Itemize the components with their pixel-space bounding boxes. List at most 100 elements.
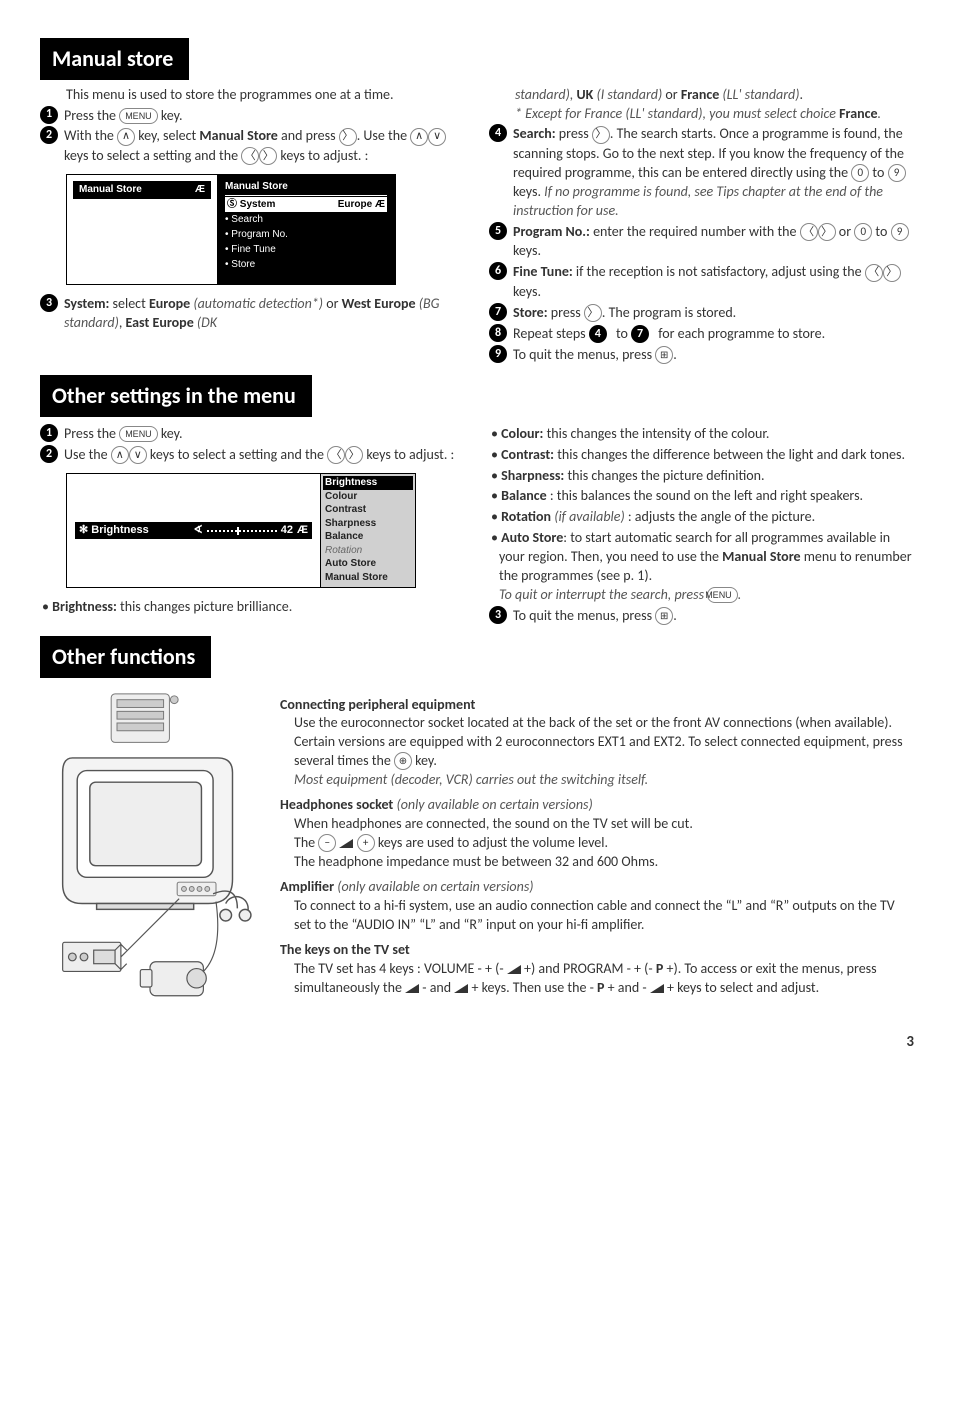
heading-headphones: Headphones socket (only available on cer…	[280, 796, 914, 815]
ref-step-7-icon: 7	[631, 325, 649, 343]
ui-opt-brightness: Brightness	[323, 476, 413, 490]
right-key-icon: 〉	[339, 128, 357, 146]
right-key-icon: 〉	[883, 264, 901, 282]
step-3-text: System: select Europe (automatic detecti…	[64, 295, 465, 333]
connecting-text: Use the euroconnector socket located at …	[294, 714, 914, 790]
step-5-icon: 5	[489, 222, 507, 240]
nine-key-icon: 9	[888, 164, 906, 182]
os-step-3-text: To quit the menus, press ⊞.	[513, 607, 914, 626]
quit-key-icon: ⊞	[655, 607, 673, 625]
left-key-icon: 〈	[865, 264, 883, 282]
step-7-icon: 7	[489, 303, 507, 321]
brightness-desc: Brightness: this changes picture brillia…	[40, 598, 465, 617]
ui-opt: Contrast	[325, 503, 411, 517]
os-step-1-text: Press the MENU key.	[64, 425, 465, 444]
zero-key-icon: 0	[851, 164, 869, 182]
left-key-icon: 〈	[327, 446, 345, 464]
step-6-icon: 6	[489, 262, 507, 280]
nine-key-icon: 9	[891, 223, 909, 241]
step-9-icon: 9	[489, 345, 507, 363]
up-key-icon: ∧	[111, 446, 129, 464]
amplifier-text: To connect to a hi-fi system, use an aud…	[294, 897, 914, 935]
down-key-icon: ∨	[129, 446, 147, 464]
balance-desc: Balance : this balances the sound on the…	[489, 487, 914, 506]
ui-opt: Colour	[325, 490, 411, 504]
chevron-right-icon: Æ	[195, 183, 205, 197]
left-key-icon: 〈	[800, 223, 818, 241]
volume-icon	[339, 839, 353, 848]
ui-left-label: Manual Store	[79, 183, 142, 197]
right-key-icon: 〉	[584, 304, 602, 322]
step-2-icon: 2	[40, 126, 58, 144]
ui-opt: Sharpness	[325, 517, 411, 531]
heading-amplifier: Amplifier (only available on certain ver…	[280, 878, 914, 897]
right-key-icon: 〉	[345, 446, 363, 464]
step-6-text: Fine Tune: if the reception is not satis…	[513, 263, 914, 301]
ui-system-row: Ⓢ System	[227, 197, 275, 212]
step-5-text: Program No.: enter the required number w…	[513, 223, 914, 261]
brightness-ui-screenshot: ✻ Brightness ∢ 42 Æ Brightness Colour Co…	[66, 473, 416, 588]
volume-icon	[507, 965, 521, 974]
autostore-desc: Auto Store: to start automatic search fo…	[489, 529, 914, 605]
down-key-icon: ∨	[428, 128, 446, 146]
ui-opt-rotation: Rotation	[325, 544, 411, 558]
section-header-other-func: Other functions	[40, 636, 211, 678]
ui-system-value: Europe Æ	[338, 197, 385, 212]
step-8-text: Repeat steps 4 to 7 for each programme t…	[513, 325, 914, 344]
ui-item: • Program No.	[225, 227, 387, 242]
ui-opt: Auto Store	[325, 557, 411, 571]
ui-item: • Fine Tune	[225, 242, 387, 257]
volume-icon	[454, 984, 468, 993]
right-key-icon: 〉	[259, 147, 277, 165]
left-key-icon: 〈	[241, 147, 259, 165]
heading-tv-keys: The keys on the TV set	[280, 941, 914, 960]
ui-brightness-label: ✻ Brightness	[79, 523, 149, 538]
tv-peripherals-illustration	[40, 690, 260, 1020]
ui-opt: Balance	[325, 530, 411, 544]
volume-icon	[405, 984, 419, 993]
manual-intro: This menu is used to store the programme…	[66, 86, 465, 105]
step-1-icon: 1	[40, 106, 58, 124]
tv-keys-text: The TV set has 4 keys : VOLUME - + (- +)…	[294, 960, 914, 998]
ref-step-4-icon: 4	[589, 325, 607, 343]
step-9-text: To quit the menus, press ⊞.	[513, 346, 914, 365]
step-8-icon: 8	[489, 324, 507, 342]
ui-item: • Store	[225, 257, 387, 272]
page-number: 3	[40, 1032, 914, 1052]
menu-key-icon: MENU	[707, 587, 738, 603]
sharpness-desc: Sharpness: this changes the picture defi…	[489, 467, 914, 486]
step-4-text: Search: press 〉. The search starts. Once…	[513, 125, 914, 221]
up-key-icon: ∧	[410, 128, 428, 146]
step-3-icon: 3	[40, 294, 58, 312]
right-key-icon: 〉	[818, 223, 836, 241]
step-7-text: Store: press 〉. The program is stored.	[513, 304, 914, 323]
manual-store-ui-screenshot: Manual Store Æ Manual Store Ⓢ System Eur…	[66, 174, 396, 285]
os-step-2-text: Use the ∧∨ keys to select a setting and …	[64, 446, 465, 465]
os-step-1-icon: 1	[40, 424, 58, 442]
volume-icon	[650, 984, 664, 993]
ui-brightness-value: 42	[281, 523, 293, 538]
av-key-icon: ⊕	[394, 752, 412, 770]
step-3-continued: standard), UK (I standard) or France (LL…	[515, 86, 914, 124]
os-step-2-icon: 2	[40, 445, 58, 463]
up-key-icon: ∧	[117, 128, 135, 146]
colour-desc: Colour: this changes the intensity of th…	[489, 425, 914, 444]
slider-icon	[207, 527, 277, 535]
os-step-3-icon: 3	[489, 606, 507, 624]
section-header-manual: Manual store	[40, 38, 189, 80]
menu-key-icon: MENU	[119, 108, 158, 124]
right-key-icon: 〉	[592, 126, 610, 144]
plus-key-icon: +	[357, 834, 375, 852]
rotation-desc: Rotation (if available) : adjusts the an…	[489, 508, 914, 527]
step-1-text: Press the MENU key.	[64, 107, 465, 126]
menu-key-icon: MENU	[119, 426, 158, 442]
ui-right-title: Manual Store	[225, 179, 387, 196]
zero-key-icon: 0	[854, 223, 872, 241]
ui-opt: Manual Store	[325, 571, 411, 585]
section-header-other-settings: Other settings in the menu	[40, 375, 312, 417]
minus-key-icon: −	[318, 834, 336, 852]
step-4-icon: 4	[489, 124, 507, 142]
quit-key-icon: ⊞	[655, 346, 673, 364]
ui-item: • Search	[225, 212, 387, 227]
step-2-text: With the ∧ key, select Manual Store and …	[64, 127, 465, 166]
